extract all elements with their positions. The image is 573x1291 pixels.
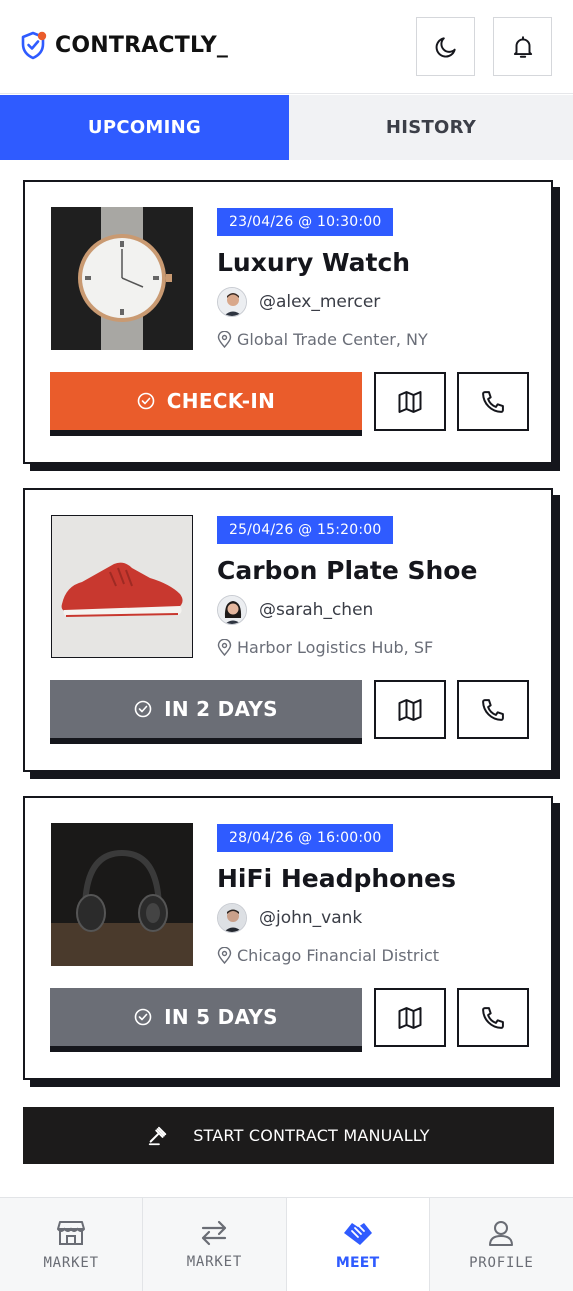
call-button[interactable] bbox=[457, 680, 529, 739]
shoe-photo-icon bbox=[52, 516, 192, 657]
store-icon bbox=[56, 1219, 86, 1247]
location-text: Chicago Financial District bbox=[237, 946, 440, 965]
app-logo[interactable]: CONTRACTLY_ bbox=[20, 30, 228, 60]
username: @sarah_chen bbox=[259, 600, 374, 620]
user-row[interactable]: @sarah_chen bbox=[217, 595, 373, 625]
location-text: Global Trade Center, NY bbox=[237, 330, 428, 349]
start-contract-label: START CONTRACT MANUALLY bbox=[193, 1126, 430, 1145]
location-pin-icon bbox=[217, 331, 232, 348]
username: @john_vank bbox=[259, 908, 363, 928]
avatar bbox=[217, 903, 247, 933]
map-button[interactable] bbox=[374, 680, 446, 739]
location-row: Global Trade Center, NY bbox=[217, 330, 428, 349]
avatar bbox=[217, 595, 247, 625]
map-icon bbox=[396, 388, 424, 416]
date-badge: 25/04/26 @ 15:20:00 bbox=[217, 516, 394, 544]
user-icon bbox=[487, 1219, 515, 1247]
map-button[interactable] bbox=[374, 372, 446, 431]
theme-toggle-button[interactable] bbox=[416, 17, 475, 76]
swap-arrows-icon bbox=[199, 1220, 229, 1246]
handshake-icon bbox=[341, 1219, 375, 1247]
location-row: Harbor Logistics Hub, SF bbox=[217, 638, 433, 657]
item-title: Luxury Watch bbox=[217, 248, 411, 277]
item-image bbox=[51, 515, 193, 658]
map-button[interactable] bbox=[374, 988, 446, 1047]
user-row[interactable]: @alex_mercer bbox=[217, 287, 380, 317]
nav-profile[interactable]: PROFILE bbox=[429, 1198, 573, 1291]
date-badge: 28/04/26 @ 16:00:00 bbox=[217, 824, 394, 852]
phone-icon bbox=[479, 1004, 507, 1032]
check-in-button[interactable]: CHECK-IN bbox=[50, 372, 362, 436]
location-pin-icon bbox=[217, 947, 232, 964]
nav-label: MEET bbox=[335, 1255, 380, 1271]
username: @alex_mercer bbox=[259, 292, 381, 312]
call-button[interactable] bbox=[457, 988, 529, 1047]
app-name: CONTRACTLY_ bbox=[55, 32, 229, 58]
avatar bbox=[217, 287, 247, 317]
check-circle-icon bbox=[134, 700, 152, 718]
check-circle-icon bbox=[134, 1008, 152, 1026]
moon-icon bbox=[433, 34, 459, 60]
location-row: Chicago Financial District bbox=[217, 946, 439, 965]
map-icon bbox=[396, 696, 424, 724]
meet-tabs: UPCOMING HISTORY bbox=[0, 95, 573, 160]
gavel-icon bbox=[147, 1125, 169, 1147]
action-label: IN 5 DAYS bbox=[164, 1005, 278, 1029]
action-label: CHECK-IN bbox=[166, 389, 276, 413]
tab-history[interactable]: HISTORY bbox=[289, 95, 573, 160]
date-badge: 23/04/26 @ 10:30:00 bbox=[217, 208, 394, 236]
location-pin-icon bbox=[217, 639, 232, 656]
phone-icon bbox=[479, 696, 507, 724]
nav-label: MARKET bbox=[186, 1254, 243, 1270]
call-button[interactable] bbox=[457, 372, 529, 431]
bottom-nav: MARKET MARKET MEET PROFILE bbox=[0, 1197, 573, 1291]
notifications-button[interactable] bbox=[493, 17, 552, 76]
tab-upcoming[interactable]: UPCOMING bbox=[0, 95, 289, 160]
app-header: CONTRACTLY_ bbox=[0, 0, 573, 94]
location-text: Harbor Logistics Hub, SF bbox=[237, 638, 434, 657]
user-row[interactable]: @john_vank bbox=[217, 903, 362, 933]
nav-meet[interactable]: MEET bbox=[286, 1198, 430, 1291]
countdown-button[interactable]: IN 5 DAYS bbox=[50, 988, 362, 1052]
check-circle-icon bbox=[137, 392, 155, 410]
item-title: HiFi Headphones bbox=[217, 864, 456, 893]
item-image bbox=[51, 823, 193, 966]
nav-market-exchange[interactable]: MARKET bbox=[143, 1198, 287, 1291]
item-image bbox=[51, 207, 193, 350]
meeting-card[interactable]: 28/04/26 @ 16:00:00 HiFi Headphones @joh… bbox=[23, 796, 553, 1080]
nav-label: PROFILE bbox=[469, 1255, 534, 1271]
countdown-button[interactable]: IN 2 DAYS bbox=[50, 680, 362, 744]
bell-icon bbox=[510, 34, 536, 60]
phone-icon bbox=[479, 388, 507, 416]
watch-photo-icon bbox=[51, 207, 193, 350]
meeting-card[interactable]: 25/04/26 @ 15:20:00 Carbon Plate Shoe @s… bbox=[23, 488, 553, 772]
nav-market[interactable]: MARKET bbox=[0, 1198, 144, 1291]
map-icon bbox=[396, 1004, 424, 1032]
item-title: Carbon Plate Shoe bbox=[217, 556, 478, 585]
meeting-card[interactable]: 23/04/26 @ 10:30:00 Luxury Watch @alex_m… bbox=[23, 180, 553, 464]
start-contract-button[interactable]: START CONTRACT MANUALLY bbox=[23, 1107, 554, 1164]
headphones-photo-icon bbox=[51, 823, 193, 966]
shield-logo-icon bbox=[20, 30, 48, 60]
action-label: IN 2 DAYS bbox=[164, 697, 278, 721]
nav-label: MARKET bbox=[43, 1255, 99, 1271]
